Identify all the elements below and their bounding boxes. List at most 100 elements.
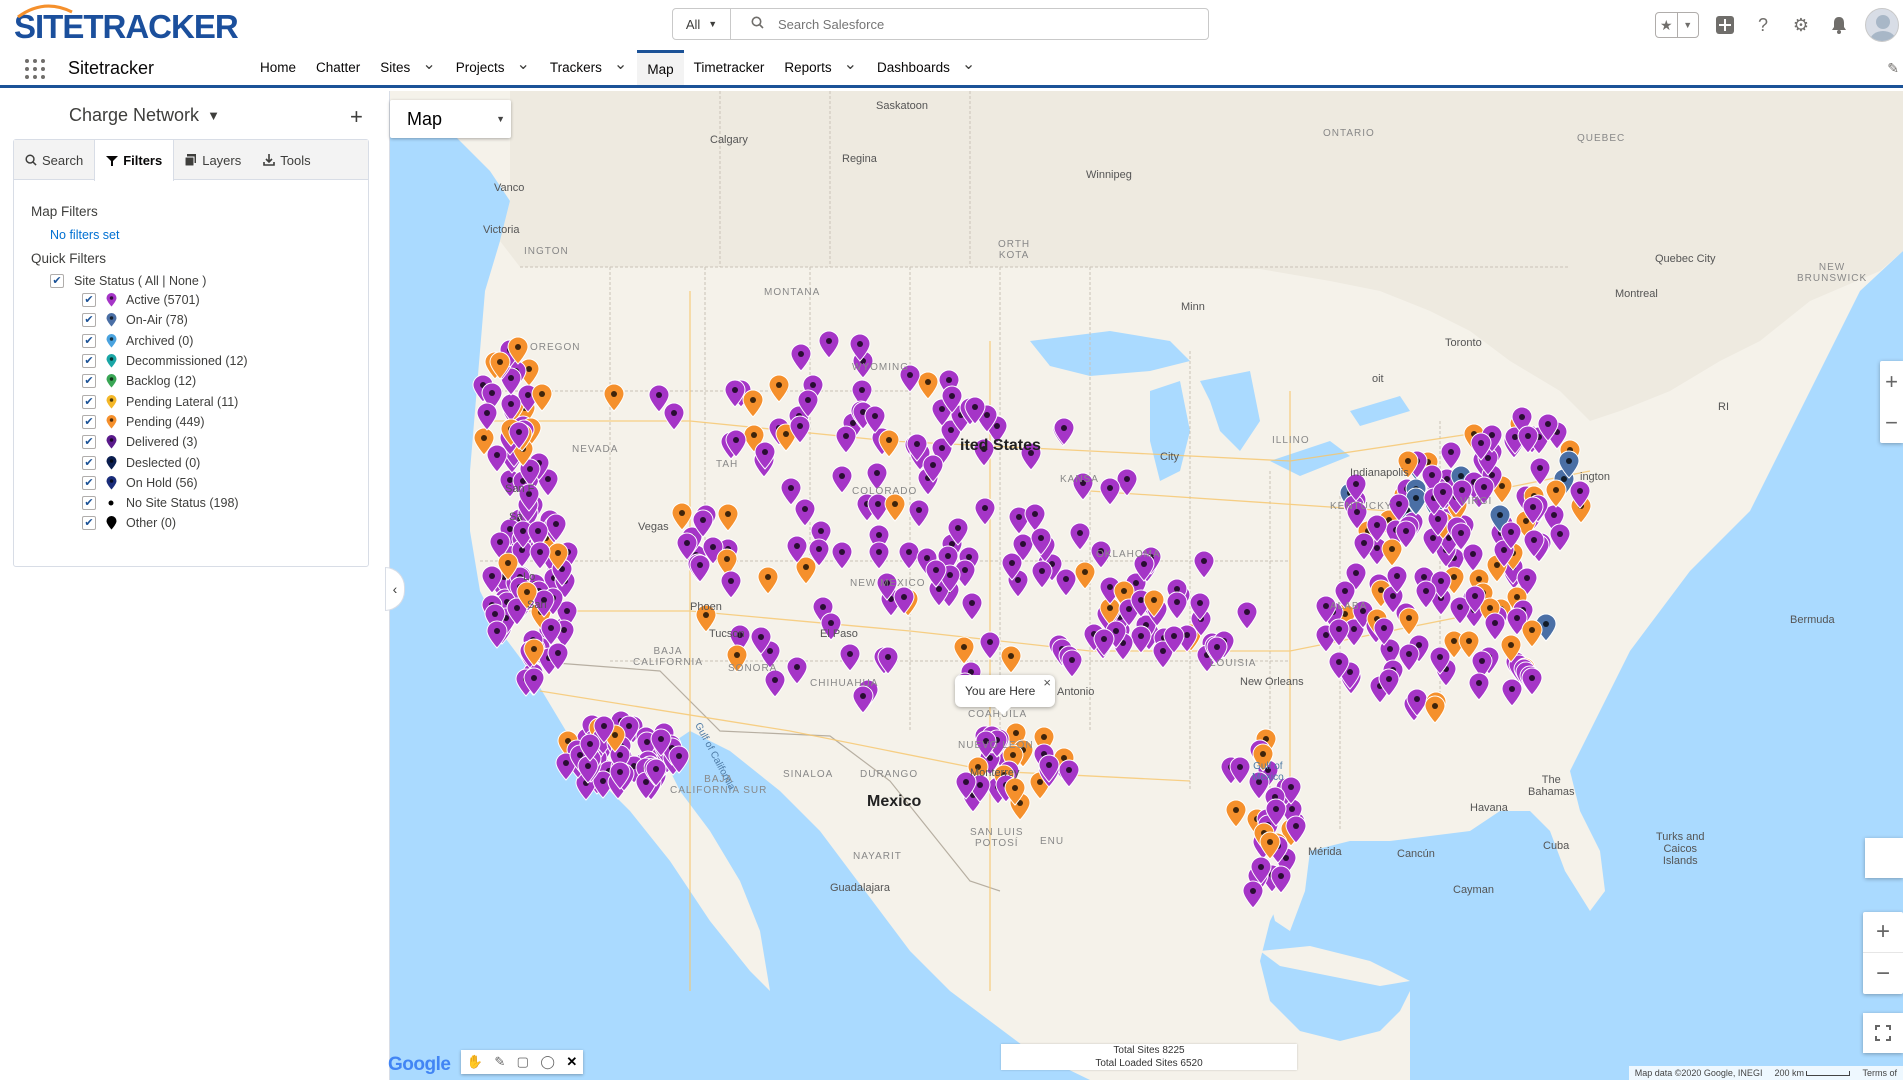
tab-filters[interactable]: Filters — [94, 140, 175, 181]
zoom-in-button[interactable]: + — [1863, 912, 1903, 953]
site-pin[interactable] — [786, 656, 808, 685]
site-pin[interactable] — [839, 643, 861, 672]
map-canvas[interactable]: Saskatoon Calgary Regina Winnipeg ONTARIO QUE… — [390, 91, 1903, 1080]
site-pin[interactable] — [1055, 568, 1077, 597]
clear-drawing-close-icon[interactable]: ✕ — [566, 1054, 577, 1070]
site-pin[interactable] — [1468, 672, 1490, 701]
site-pin[interactable] — [1166, 591, 1188, 620]
nav-item-reports[interactable]: Reports ⌄ — [774, 50, 867, 85]
site-pin[interactable] — [979, 631, 1001, 660]
site-pin[interactable] — [852, 685, 874, 714]
status-checkbox[interactable]: ✔ — [82, 475, 96, 490]
site-pin[interactable] — [1424, 695, 1446, 724]
notifications-bell-icon[interactable] — [1827, 13, 1851, 37]
site-pin[interactable] — [831, 465, 853, 494]
site-pin[interactable] — [476, 402, 498, 431]
site-status-label[interactable]: Site Status ( All | None ) — [74, 274, 206, 288]
site-pin[interactable] — [1061, 649, 1083, 678]
nav-item-chatter[interactable]: Chatter — [306, 50, 370, 85]
status-checkbox[interactable]: ✔ — [82, 496, 96, 511]
site-pin[interactable] — [1074, 561, 1096, 590]
site-pin[interactable] — [486, 444, 508, 473]
site-pin[interactable] — [961, 592, 983, 621]
site-status-checkbox[interactable]: ✔ — [50, 274, 64, 288]
fullscreen-button[interactable] — [1863, 1013, 1903, 1053]
user-avatar[interactable] — [1865, 8, 1899, 42]
site-pin[interactable] — [794, 498, 816, 527]
site-pin[interactable] — [835, 425, 857, 454]
status-checkbox[interactable]: ✔ — [82, 414, 96, 429]
site-pin[interactable] — [1521, 667, 1543, 696]
site-pin[interactable] — [1398, 607, 1420, 636]
site-pin[interactable] — [1440, 441, 1462, 470]
site-pin[interactable] — [1099, 477, 1121, 506]
nav-item-map[interactable]: Map — [637, 50, 684, 85]
site-pin[interactable] — [1069, 522, 1091, 551]
site-pin[interactable] — [1242, 880, 1264, 909]
site-pin[interactable] — [831, 541, 853, 570]
site-pin[interactable] — [917, 371, 939, 400]
setup-gear-icon[interactable]: ⚙ — [1789, 13, 1813, 37]
tab-layers[interactable]: Layers — [174, 140, 252, 180]
favorites-menu-chevron-icon[interactable]: ▼ — [1676, 13, 1699, 37]
site-pin[interactable] — [898, 541, 920, 570]
chevron-down-icon[interactable]: ⌄ — [422, 56, 435, 72]
site-pin[interactable] — [1501, 678, 1523, 707]
site-pin[interactable] — [1529, 457, 1551, 486]
site-pin[interactable] — [1031, 560, 1053, 589]
no-filters-link[interactable]: No filters set — [50, 228, 119, 242]
status-checkbox[interactable]: ✔ — [82, 354, 96, 369]
status-checkbox[interactable]: ✔ — [82, 516, 96, 531]
site-pin[interactable] — [790, 343, 812, 372]
site-pin[interactable] — [908, 499, 930, 528]
site-pin[interactable] — [663, 402, 685, 431]
draw-circle-icon[interactable]: ◯ — [540, 1054, 555, 1070]
help-icon[interactable]: ? — [1751, 13, 1775, 37]
site-pin[interactable] — [780, 477, 802, 506]
secondary-zoom-in-button[interactable]: + — [1880, 361, 1903, 402]
site-pin[interactable] — [868, 541, 890, 570]
site-pin[interactable] — [603, 383, 625, 412]
site-pin[interactable] — [884, 493, 906, 522]
chevron-down-icon[interactable]: ⌄ — [962, 56, 975, 72]
status-checkbox[interactable]: ✔ — [82, 333, 96, 348]
site-pin[interactable] — [742, 389, 764, 418]
favorites-star-icon[interactable]: ★ — [1656, 13, 1677, 37]
site-pin[interactable] — [768, 374, 790, 403]
status-checkbox[interactable]: ✔ — [82, 435, 96, 450]
site-pin[interactable] — [689, 554, 711, 583]
site-pin[interactable] — [1000, 645, 1022, 674]
site-pin[interactable] — [1024, 503, 1046, 532]
status-checkbox[interactable]: ✔ — [82, 374, 96, 389]
site-pin[interactable] — [1193, 550, 1215, 579]
status-checkbox[interactable]: ✔ — [82, 313, 96, 328]
site-pin[interactable] — [757, 566, 779, 595]
nav-item-dashboards[interactable]: Dashboards ⌄ — [867, 50, 985, 85]
site-pin[interactable] — [720, 570, 742, 599]
site-pin[interactable] — [818, 330, 840, 359]
chevron-down-icon[interactable]: ⌄ — [517, 56, 530, 72]
tab-tools[interactable]: Tools — [252, 140, 321, 180]
site-pin[interactable] — [1381, 538, 1403, 567]
site-pin[interactable] — [1053, 417, 1075, 446]
site-pin[interactable] — [671, 502, 693, 531]
site-pin[interactable] — [1462, 543, 1484, 572]
site-pin[interactable] — [1236, 601, 1258, 630]
nav-item-home[interactable]: Home — [250, 50, 306, 85]
tab-search[interactable]: Search — [14, 140, 94, 180]
site-pin[interactable] — [1545, 479, 1567, 508]
map-side-control[interactable] — [1865, 838, 1903, 878]
chevron-down-icon[interactable]: ⌄ — [614, 56, 627, 72]
search-input[interactable] — [778, 16, 1158, 32]
app-launcher-waffle-icon[interactable] — [25, 59, 45, 79]
chevron-down-icon[interactable]: ⌄ — [844, 56, 857, 72]
secondary-zoom-out-button[interactable]: − — [1880, 402, 1903, 443]
terms-link[interactable]: Terms of — [1862, 1068, 1897, 1078]
site-pin[interactable] — [764, 669, 786, 698]
nav-item-sites[interactable]: Sites ⌄ — [370, 50, 445, 85]
map-name-dropdown[interactable]: Charge Network ▼ — [69, 105, 220, 126]
add-map-button[interactable]: + — [350, 106, 363, 128]
site-pin[interactable] — [1484, 612, 1506, 641]
zoom-out-button[interactable]: − — [1863, 953, 1903, 994]
pan-hand-icon[interactable]: ✋ — [467, 1054, 483, 1070]
